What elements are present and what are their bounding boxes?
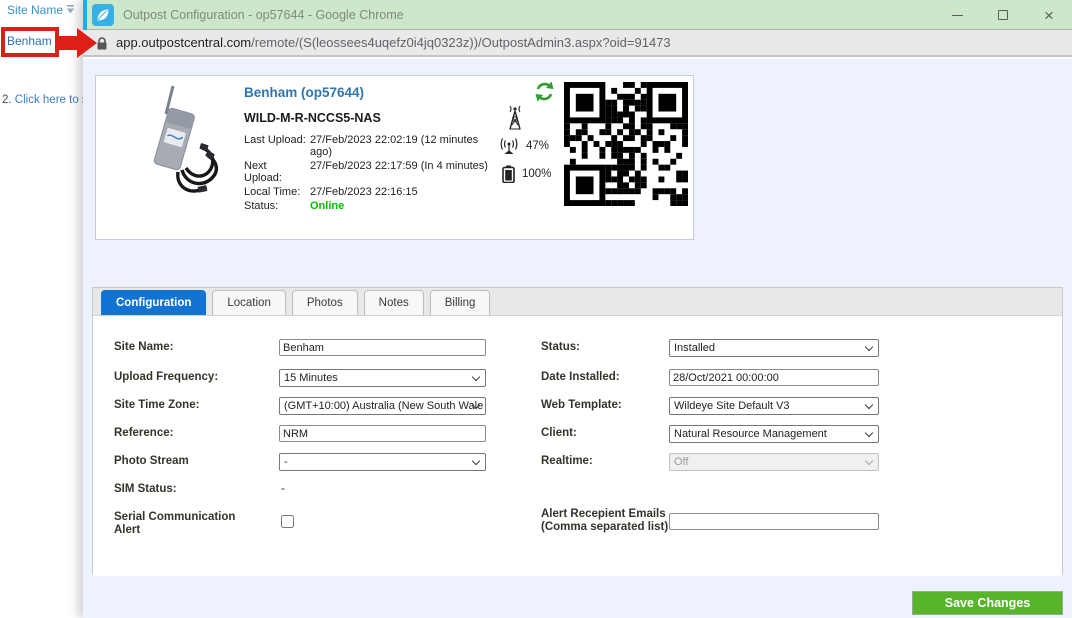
device-image — [124, 82, 236, 199]
save-changes-button[interactable]: Save Changes — [912, 591, 1063, 615]
window-controls: × — [934, 0, 1072, 30]
local-time-value: 27/Feb/2023 22:16:15 — [310, 186, 418, 198]
web-template-select[interactable]: Wildeye Site Default V3 — [669, 397, 879, 415]
serial-communication-alert-checkbox[interactable] — [281, 515, 294, 528]
status-online-value: Online — [310, 200, 344, 212]
qr-code — [564, 82, 688, 206]
upload-frequency-label: Upload Frequency: — [114, 371, 218, 384]
client-label: Client: — [541, 427, 577, 440]
tab-photos[interactable]: Photos — [292, 290, 358, 315]
date-installed-input[interactable] — [669, 369, 879, 386]
status-label: Status: — [244, 200, 308, 212]
cell-tower-icon — [505, 103, 525, 136]
step-link-text: Click here to sl — [15, 94, 83, 106]
signal-strength: 47% — [499, 137, 549, 154]
minimize-button[interactable] — [934, 0, 980, 30]
serial-communication-alert-label: Serial Communication Alert — [114, 511, 249, 537]
chrome-window: Outpost Configuration - op57644 - Google… — [83, 0, 1072, 618]
maximize-button[interactable] — [980, 0, 1026, 30]
chevron-down-icon — [865, 343, 873, 351]
refresh-icon[interactable] — [534, 81, 555, 107]
client-select[interactable]: Natural Resource Management — [669, 425, 879, 443]
site-list-sidebar: Site Name Benham 2. Click here to sl — [0, 0, 83, 618]
chevron-down-icon — [865, 457, 873, 465]
alert-recipient-emails-input[interactable] — [669, 513, 879, 530]
upload-frequency-value: 15 Minutes — [284, 372, 338, 384]
sim-status-value: - — [281, 483, 285, 495]
photo-stream-label: Photo Stream — [114, 455, 189, 468]
next-upload-label: Next Upload: — [244, 160, 290, 184]
tab-notes[interactable]: Notes — [364, 290, 424, 315]
configuration-panel: Configuration Location Photos Notes Bill… — [92, 287, 1063, 575]
install-status-label: Status: — [541, 341, 580, 354]
configuration-form: Site Name: Upload Frequency: 15 Minutes … — [93, 316, 1062, 576]
web-template-value: Wildeye Site Default V3 — [674, 400, 790, 412]
site-name-input[interactable] — [279, 339, 486, 356]
web-template-label: Web Template: — [541, 399, 622, 412]
reference-input[interactable] — [279, 425, 486, 442]
sort-descending-icon — [66, 3, 75, 17]
device-title: Benham (op57644) — [244, 85, 364, 100]
device-status-rows: Last Upload: 27/Feb/2023 22:02:19 (12 mi… — [244, 134, 496, 214]
page-content: Benham (op57644) WILD-M-R-NCCS5-NAS Last… — [83, 59, 1072, 618]
sidebar-column-header-site-name[interactable]: Site Name — [7, 3, 75, 17]
realtime-value: Off — [674, 456, 688, 468]
tab-configuration[interactable]: Configuration — [101, 290, 206, 315]
address-bar[interactable]: app.outpostcentral.com/remote/(S(leossee… — [83, 30, 1072, 57]
photo-stream-select[interactable]: - — [279, 453, 486, 471]
signal-icon — [499, 137, 519, 154]
status-row: Status: Online — [244, 200, 496, 212]
local-time-row: Local Time: 27/Feb/2023 22:16:15 — [244, 186, 496, 198]
url-domain: app.outpostcentral.com — [116, 35, 251, 50]
signal-percent: 47% — [526, 140, 549, 152]
maximize-icon — [998, 10, 1008, 20]
chevron-down-icon — [865, 429, 873, 437]
site-name-label: Site Name: — [114, 341, 173, 354]
last-upload-label: Last Upload: — [244, 134, 308, 158]
client-value: Natural Resource Management — [674, 428, 827, 440]
battery-percent: 100% — [522, 168, 551, 180]
install-status-value: Installed — [674, 342, 715, 354]
url-text: app.outpostcentral.com/remote/(S(leossee… — [116, 30, 671, 56]
upload-frequency-select[interactable]: 15 Minutes — [279, 369, 486, 387]
site-name-header-label: Site Name — [7, 3, 63, 17]
photo-stream-value: - — [284, 456, 288, 468]
step-number: 2. — [2, 94, 12, 106]
sidebar-step-link[interactable]: 2. Click here to sl — [2, 94, 83, 106]
sidebar-site-link-benham[interactable]: Benham — [7, 34, 52, 48]
site-time-zone-value: (GMT+10:00) Australia (New South Wale — [284, 400, 483, 412]
install-status-select[interactable]: Installed — [669, 339, 879, 357]
window-theme-strip — [83, 0, 87, 30]
close-icon: × — [1044, 7, 1054, 24]
battery-level: 100% — [502, 165, 551, 183]
chevron-down-icon — [865, 401, 873, 409]
reference-label: Reference: — [114, 427, 173, 440]
chevron-down-icon — [472, 457, 480, 465]
close-button[interactable]: × — [1026, 0, 1072, 30]
device-model: WILD-M-R-NCCS5-NAS — [244, 111, 381, 125]
last-upload-row: Last Upload: 27/Feb/2023 22:02:19 (12 mi… — [244, 134, 496, 158]
chevron-down-icon — [472, 373, 480, 381]
date-installed-label: Date Installed: — [541, 371, 620, 384]
site-time-zone-label: Site Time Zone: — [114, 399, 199, 412]
last-upload-value: 27/Feb/2023 22:02:19 (12 minutes ago) — [310, 134, 492, 158]
sim-status-label: SIM Status: — [114, 483, 177, 496]
local-time-label: Local Time: — [244, 186, 308, 198]
realtime-label: Realtime: — [541, 455, 593, 468]
tab-strip: Configuration Location Photos Notes Bill… — [93, 288, 1062, 316]
tab-billing[interactable]: Billing — [430, 290, 491, 315]
site-time-zone-select[interactable]: (GMT+10:00) Australia (New South Wale — [279, 397, 486, 415]
window-title: Outpost Configuration - op57644 - Google… — [123, 0, 404, 30]
device-info-panel: Benham (op57644) WILD-M-R-NCCS5-NAS Last… — [95, 75, 694, 240]
tab-location[interactable]: Location — [212, 290, 285, 315]
minimize-icon — [952, 15, 963, 16]
next-upload-row: Next Upload: 27/Feb/2023 22:17:59 (In 4 … — [244, 160, 496, 184]
url-path: /remote/(S(leossees4uqefz0i4jq0323z))/Ou… — [251, 35, 671, 50]
realtime-select-disabled: Off — [669, 453, 879, 471]
next-upload-value: 27/Feb/2023 22:17:59 (In 4 minutes) — [310, 160, 488, 184]
window-titlebar: Outpost Configuration - op57644 - Google… — [83, 0, 1072, 30]
outpost-app-icon — [92, 4, 114, 26]
lock-icon — [96, 37, 108, 55]
battery-icon — [502, 165, 515, 183]
